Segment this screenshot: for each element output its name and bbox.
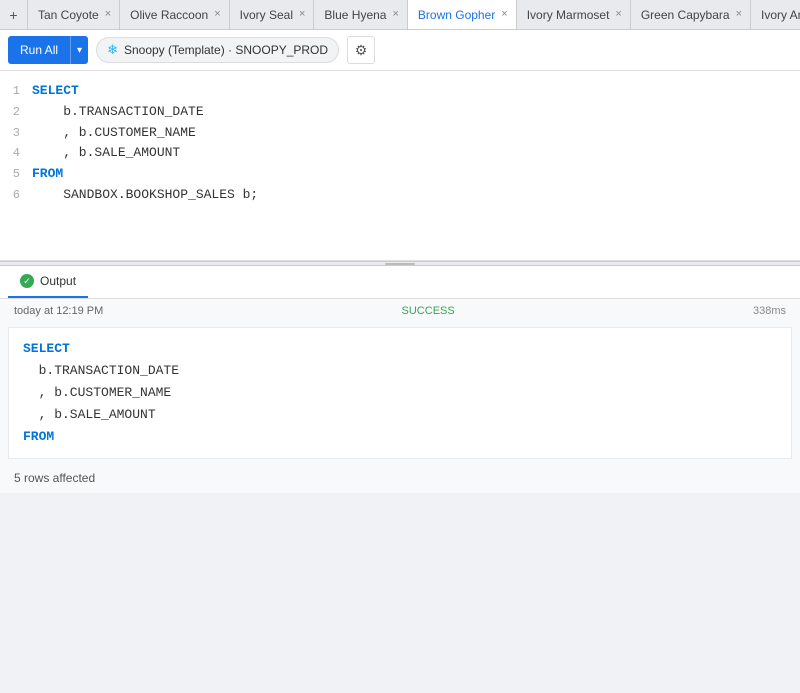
success-icon: ✓ (20, 274, 34, 288)
code-text: SANDBOX.BOOKSHOP_SALES b; (32, 185, 258, 206)
result-timestamp: today at 12:19 PM (14, 305, 103, 317)
gear-icon: ⚙ (355, 42, 368, 59)
line-number: 3 (0, 124, 32, 143)
result-text: , b.CUSTOMER_NAME (23, 385, 171, 400)
code-line-1: 1 SELECT (0, 81, 800, 102)
result-duration: 338ms (753, 305, 786, 317)
tab-olive-raccoon[interactable]: Olive Raccoon × (120, 0, 229, 30)
tab-green-capybara[interactable]: Green Capybara × (631, 0, 751, 30)
template-selector[interactable]: ❄ Snoopy (Template) · SNOOPY_PROD (96, 37, 339, 63)
settings-button[interactable]: ⚙ (347, 36, 375, 64)
line-number: 4 (0, 144, 32, 163)
tab-blue-hyena[interactable]: Blue Hyena × (314, 0, 407, 30)
code-line-6: 6 SANDBOX.BOOKSHOP_SALES b; (0, 185, 800, 206)
tab-ivory-antelope[interactable]: Ivory Antelope × (751, 0, 800, 30)
tab-label: Ivory Seal (240, 8, 293, 22)
result-query-line-5: FROM (23, 426, 777, 448)
run-all-button[interactable]: Run All (8, 36, 70, 64)
code-keyword: FROM (32, 164, 63, 185)
code-line-5: 5 FROM (0, 164, 800, 185)
tab-close-icon[interactable]: × (501, 9, 507, 20)
tab-label: Tan Coyote (38, 8, 99, 22)
tab-label: Green Capybara (641, 8, 730, 22)
tab-ivory-marmoset[interactable]: Ivory Marmoset × (517, 0, 631, 30)
editor-area[interactable]: 1 SELECT 2 b.TRANSACTION_DATE 3 , b.CUST… (0, 71, 800, 261)
line-number: 1 (0, 82, 32, 101)
tab-close-icon[interactable]: × (392, 9, 398, 20)
result-header: today at 12:19 PM SUCCESS 338ms (0, 299, 800, 323)
tab-label: Olive Raccoon (130, 8, 208, 22)
toolbar: Run All ▾ ❄ Snoopy (Template) · SNOOPY_P… (0, 30, 800, 71)
result-query-line-3: , b.CUSTOMER_NAME (23, 382, 777, 404)
result-query-box: SELECT b.TRANSACTION_DATE , b.CUSTOMER_N… (8, 327, 792, 459)
result-query-line-4: , b.SALE_AMOUNT (23, 404, 777, 426)
output-section: ✓ Output today at 12:19 PM SUCCESS 338ms… (0, 266, 800, 493)
result-keyword: SELECT (23, 341, 70, 356)
line-number: 5 (0, 165, 32, 184)
result-text: , b.SALE_AMOUNT (23, 407, 156, 422)
tab-brown-gopher[interactable]: Brown Gopher × (408, 0, 517, 30)
result-text: b.TRANSACTION_DATE (23, 363, 179, 378)
tab-label: Blue Hyena (324, 8, 386, 22)
output-tabs: ✓ Output (0, 266, 800, 299)
code-line-2: 2 b.TRANSACTION_DATE (0, 102, 800, 123)
code-editor[interactable]: 1 SELECT 2 b.TRANSACTION_DATE 3 , b.CUST… (0, 71, 800, 216)
code-line-4: 4 , b.SALE_AMOUNT (0, 143, 800, 164)
tab-label: Brown Gopher (418, 8, 495, 22)
rows-affected: 5 rows affected (0, 463, 800, 493)
code-line-3: 3 , b.CUSTOMER_NAME (0, 123, 800, 144)
tab-close-icon[interactable]: × (214, 9, 220, 20)
output-tab-label: Output (40, 274, 76, 288)
run-all-group: Run All ▾ (8, 36, 88, 64)
code-text: , b.CUSTOMER_NAME (32, 123, 196, 144)
line-number: 2 (0, 103, 32, 122)
tab-ivory-seal[interactable]: Ivory Seal × (230, 0, 315, 30)
tab-label: Ivory Marmoset (527, 8, 610, 22)
tab-label: Ivory Antelope (761, 8, 800, 22)
tab-close-icon[interactable]: × (736, 9, 742, 20)
line-number: 6 (0, 186, 32, 205)
result-keyword: FROM (23, 429, 54, 444)
tab-close-icon[interactable]: × (615, 9, 621, 20)
code-text: b.TRANSACTION_DATE (32, 102, 204, 123)
code-text: , b.SALE_AMOUNT (32, 143, 180, 164)
result-query-line-2: b.TRANSACTION_DATE (23, 360, 777, 382)
result-query-line-1: SELECT (23, 338, 777, 360)
page-bottom (0, 493, 800, 693)
template-name: Snoopy (Template) · SNOOPY_PROD (124, 43, 328, 57)
tab-close-icon[interactable]: × (105, 9, 111, 20)
tab-close-icon[interactable]: × (299, 9, 305, 20)
snowflake-icon: ❄ (107, 42, 118, 58)
add-tab-button[interactable]: + (0, 0, 28, 30)
output-tab[interactable]: ✓ Output (8, 266, 88, 298)
code-keyword: SELECT (32, 81, 79, 102)
check-mark: ✓ (23, 276, 31, 287)
result-content: today at 12:19 PM SUCCESS 338ms SELECT b… (0, 299, 800, 493)
result-status: SUCCESS (402, 305, 455, 317)
tab-bar: + Tan Coyote × Olive Raccoon × Ivory Sea… (0, 0, 800, 30)
run-dropdown-button[interactable]: ▾ (70, 36, 88, 64)
tab-tan-coyote[interactable]: Tan Coyote × (28, 0, 120, 30)
